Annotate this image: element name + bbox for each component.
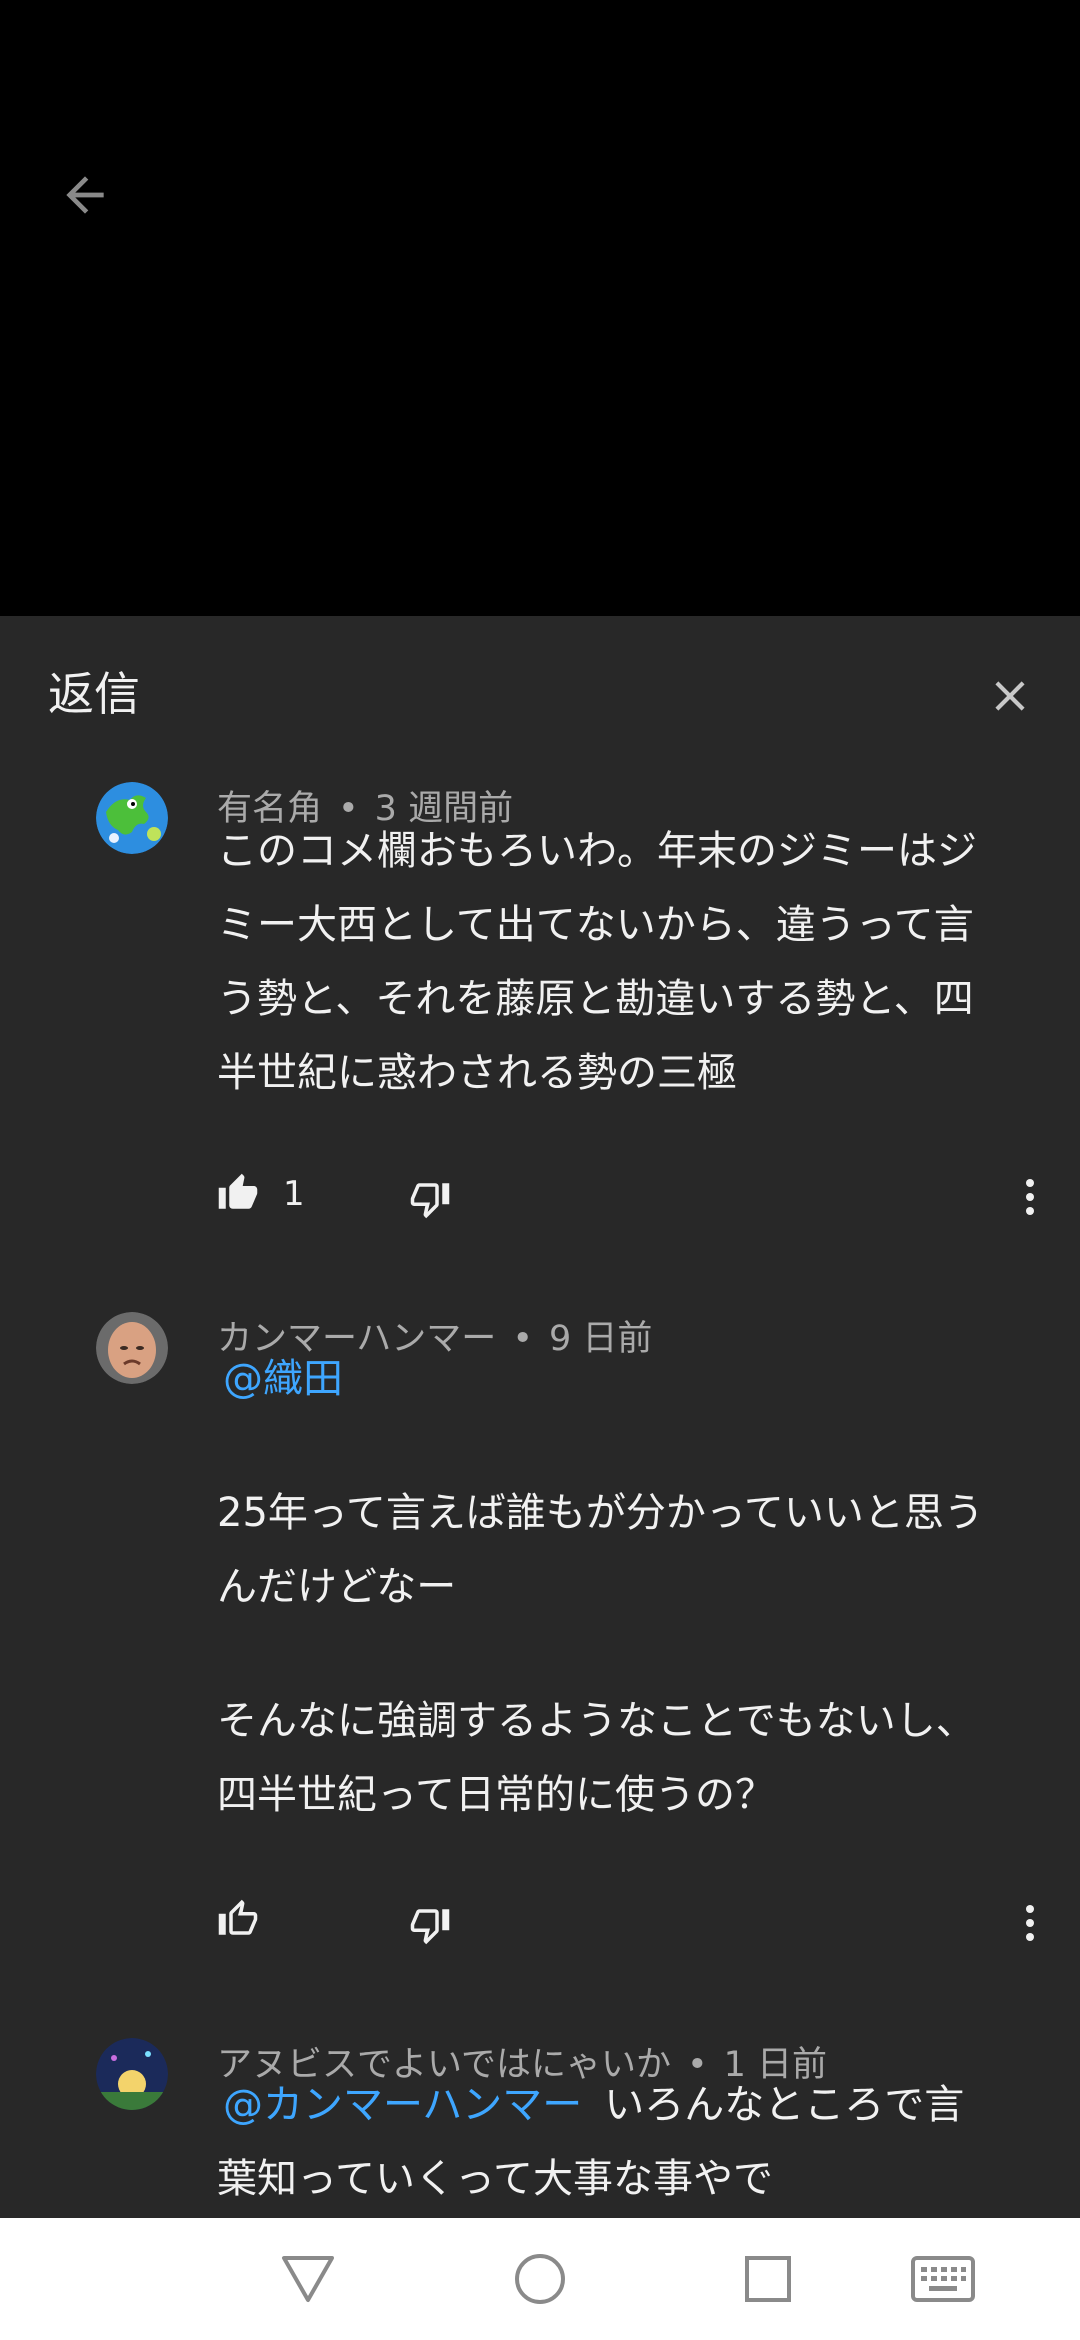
night-sky-avatar[interactable] [96,2038,168,2110]
keyboard-button[interactable] [903,2242,983,2316]
comment-actions [217,1898,1047,1958]
dinosaur-globe-avatar[interactable] [96,782,168,854]
thumbs-up-icon [218,1899,258,1935]
thumbs-down-icon [410,1183,450,1219]
nav-back-icon [282,2256,334,2302]
comment-text-line: 25年って言えば誰もが分かっていいと思う [217,1490,984,1536]
more-options-button[interactable] [1015,1898,1045,1948]
comment-text-line: 葉知っていくって大事な事やで [217,2156,773,2202]
close-button[interactable] [980,666,1040,726]
comment-text-line: そんなに強調するようなことでもないし、 [217,1698,976,1744]
comment-text-line: ミー大西として出てないから、違うって言 [217,902,974,948]
close-icon [995,681,1025,711]
thumbs-down-icon [410,1909,450,1945]
more-vert-icon [1026,1179,1034,1215]
avatar-image [96,1312,168,1384]
nav-recents-icon [745,2256,791,2302]
avatar-image [96,782,168,854]
more-vert-icon [1026,1905,1034,1941]
dislike-button[interactable] [409,1904,453,1948]
nav-back-button[interactable] [268,2242,348,2316]
comment-actions: 1 [217,1172,1047,1232]
mention-link[interactable]: @織田 [223,1356,343,1402]
nav-recents-button[interactable] [728,2242,808,2316]
nav-home-icon [515,2254,565,2304]
mention-link[interactable]: @カンマーハンマー [223,2082,582,2128]
dislike-button[interactable] [409,1178,453,1222]
comment-body: このコメ欄おもろいわ。年末のジミーはジ ミー大西として出てないから、違うって言 … [217,814,1027,1110]
system-navigation-bar [0,2218,1080,2340]
comment-text-line: 四半世紀って日常的に使うの？ [217,1772,775,1818]
nav-home-button[interactable] [500,2242,580,2316]
avatar-image [96,2038,168,2110]
thumbs-up-icon [218,1173,258,1209]
like-button[interactable] [217,1172,261,1216]
comment-text-inline: いろんなところで言 [604,2082,965,2128]
comment-text-line: 半世紀に惑わされる勢の三極 [217,1050,737,1096]
comment-text-line: このコメ欄おもろいわ。年末のジミーはジ [217,828,977,874]
more-options-button[interactable] [1015,1172,1045,1222]
panel-title: 返信 [48,667,140,721]
like-count: 1 [283,1174,305,1214]
bald-man-avatar[interactable] [96,1312,168,1384]
comment-body: @カンマーハンマー いろんなところで言 葉知っていくって大事な事やで [217,2068,1027,2216]
back-arrow-icon [66,176,104,214]
comment-text-line: う勢と、それを藤原と勘違いする勢と、四 [217,976,974,1022]
video-player-area[interactable] [0,0,1080,616]
comment-body: @織田 25年って言えば誰もが分かっていいと思う んだけどなー そんなに強調する… [217,1342,1027,1832]
like-button[interactable] [217,1898,261,1942]
keyboard-icon [911,2256,975,2302]
replies-panel: 返信 有名角 • 3 週間前 このコメ欄おもろいわ。年末のジミーはジ ミー大西として… [0,616,1080,2218]
back-button[interactable] [50,160,120,230]
comment-text-line: んだけどなー [217,1564,457,1610]
